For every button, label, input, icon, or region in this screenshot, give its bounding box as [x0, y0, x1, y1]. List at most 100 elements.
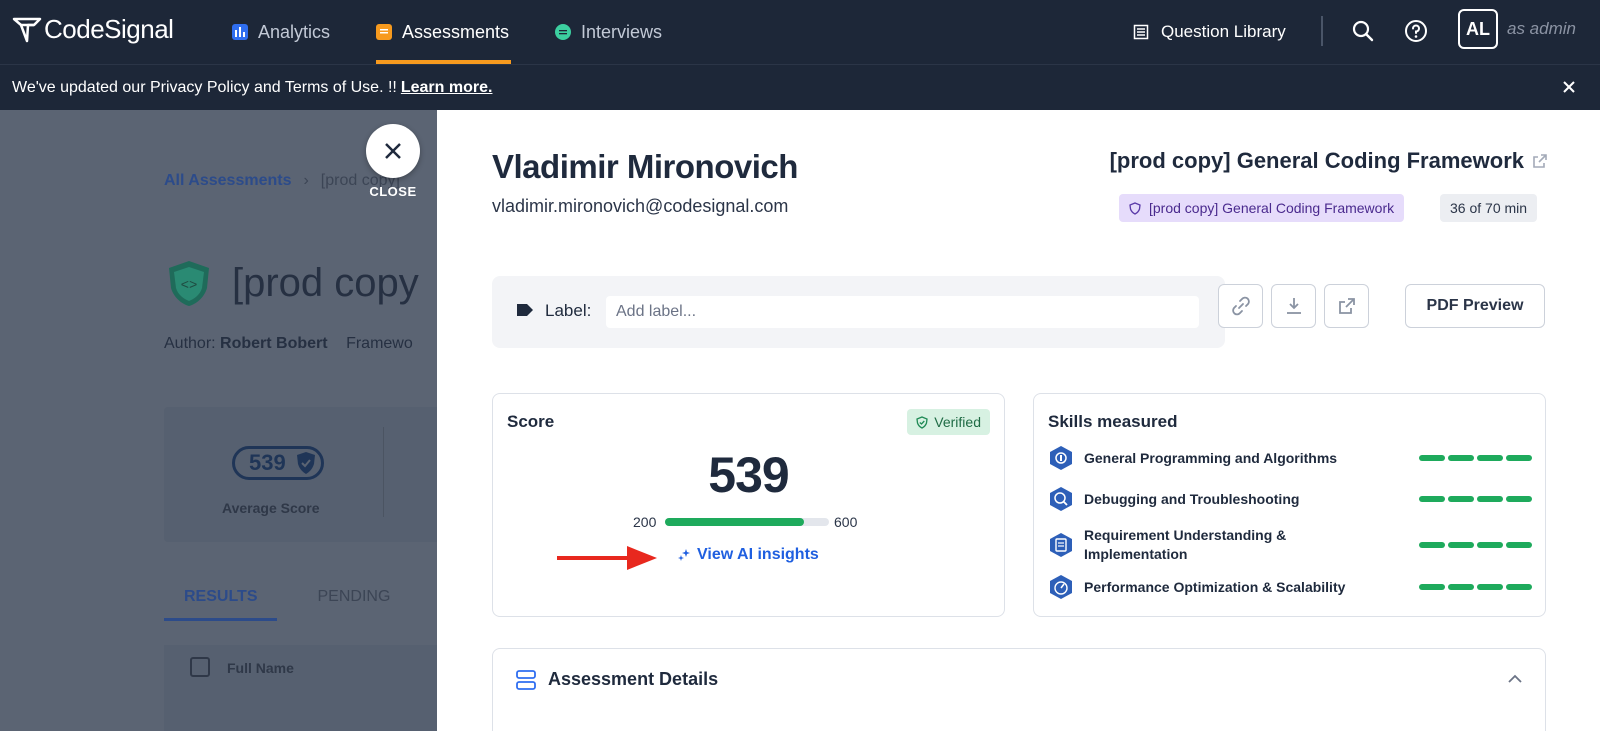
- skill-name: Performance Optimization & Scalability: [1084, 578, 1346, 595]
- tag-icon: [517, 304, 533, 316]
- skill-row: Performance Optimization & Scalability: [1048, 574, 1532, 600]
- library-icon: [1133, 24, 1149, 40]
- skill-level-bars: [1416, 455, 1532, 461]
- skill-name: Debugging and Troubleshooting: [1084, 490, 1300, 507]
- score-title: Score: [507, 412, 555, 431]
- breadcrumb: All Assessments › [prod copy]: [164, 172, 400, 190]
- label-input[interactable]: [606, 296, 1199, 328]
- verified-shield-icon: [916, 415, 929, 429]
- tab-pending[interactable]: PENDING: [317, 580, 410, 621]
- summary-divider: [383, 427, 384, 517]
- column-full-name: Full Name: [227, 660, 294, 676]
- nav-interviews[interactable]: Interviews: [555, 0, 662, 64]
- skill-name: Requirement Understanding & Implementati…: [1084, 527, 1287, 562]
- assessment-title: <> [prod copy: [164, 258, 419, 308]
- assessment-details-title: Assessment Details: [548, 669, 719, 689]
- score-value: 539: [708, 447, 789, 503]
- nav-analytics-label: Analytics: [258, 21, 331, 42]
- average-score-badge: 539: [232, 446, 324, 480]
- question-library-link[interactable]: Question Library: [1133, 0, 1286, 64]
- performance-skill-icon: [1050, 575, 1072, 599]
- background-page: All Assessments › [prod copy] <> [prod cop…: [0, 110, 437, 731]
- codesignal-logo[interactable]: CodeSignal: [12, 14, 174, 45]
- skill-level-bars: [1416, 542, 1532, 548]
- nav-assessments-label: Assessments: [402, 21, 510, 42]
- external-link-icon: [1533, 154, 1547, 168]
- close-icon: [385, 143, 401, 159]
- help-icon[interactable]: [1401, 16, 1431, 46]
- breadcrumb-root[interactable]: All Assessments: [164, 172, 291, 189]
- assessments-icon: [376, 24, 392, 40]
- framework-label: Framewo: [346, 335, 413, 352]
- score-progress-bar: [665, 518, 829, 526]
- nav-assessments[interactable]: Assessments: [376, 0, 512, 64]
- role-label: as admin: [1507, 19, 1576, 38]
- debugging-skill-icon: [1050, 487, 1072, 511]
- download-icon: [1286, 298, 1301, 314]
- banner-close-icon[interactable]: [1558, 76, 1580, 98]
- close-label[interactable]: CLOSE: [366, 184, 420, 199]
- breadcrumb-chevron-icon: ›: [303, 172, 309, 189]
- skills-title: Skills measured: [1048, 412, 1178, 431]
- framework-title-link[interactable]: [prod copy] General Coding Framework: [1110, 148, 1548, 174]
- privacy-banner: We've updated our Privacy Policy and Ter…: [0, 64, 1600, 110]
- average-score-value: 539: [249, 450, 286, 475]
- author-line: Author: Robert Bobert Framewo: [164, 335, 413, 353]
- tab-results[interactable]: RESULTS: [164, 580, 278, 621]
- requirements-skill-icon: [1050, 533, 1072, 557]
- pdf-preview-button[interactable]: PDF Preview: [1405, 284, 1545, 328]
- red-arrow-annotation: [557, 546, 657, 570]
- banner-text: We've updated our Privacy Policy and Ter…: [12, 78, 397, 96]
- assessment-title-text: [prod copy: [232, 260, 419, 305]
- assessment-shield-icon: <>: [169, 261, 209, 306]
- time-badge: 36 of 70 min: [1440, 194, 1538, 222]
- learn-more-link[interactable]: Learn more.: [401, 79, 493, 97]
- score-card: Score Verified 539 200 600 View AI insig…: [492, 393, 1005, 617]
- verified-text: Verified: [934, 414, 981, 430]
- framework-badge: [prod copy] General Coding Framework: [1119, 194, 1405, 222]
- copy-link-button[interactable]: [1218, 284, 1263, 328]
- analytics-icon: [232, 24, 248, 40]
- framework-badge-text: [prod copy] General Coding Framework: [1149, 200, 1395, 216]
- candidate-email: vladimir.mironovich@codesignal.com: [492, 196, 789, 216]
- external-link-icon: [1338, 298, 1355, 314]
- skill-row: General Programming and Algorithms: [1048, 445, 1532, 471]
- skill-row: Requirement Understanding & Implementati…: [1048, 526, 1532, 564]
- interviews-icon: [555, 24, 571, 40]
- codesignal-logo-icon: [12, 17, 42, 42]
- question-library-label: Question Library: [1161, 22, 1286, 41]
- results-tabs: RESULTS PENDING EX: [164, 580, 437, 621]
- nav-interviews-label: Interviews: [581, 21, 663, 42]
- search-icon[interactable]: [1348, 16, 1378, 46]
- verified-badge: Verified: [907, 409, 990, 435]
- open-external-button[interactable]: [1324, 284, 1369, 328]
- select-all-checkbox[interactable]: [190, 657, 210, 677]
- skill-level-bars: [1416, 496, 1532, 502]
- nav-analytics[interactable]: Analytics: [232, 0, 330, 64]
- download-button[interactable]: [1271, 284, 1316, 328]
- label-text: Label:: [545, 301, 592, 320]
- score-range-max: 600: [834, 514, 858, 530]
- view-ai-insights-label: View AI insights: [697, 546, 819, 563]
- skills-card: Skills measured General Programming and …: [1033, 393, 1546, 617]
- skill-level-bars: [1416, 584, 1532, 590]
- user-avatar[interactable]: AL: [1458, 9, 1498, 49]
- sparkle-icon: [678, 549, 690, 561]
- framework-title: [prod copy] General Coding Framework: [1109, 148, 1524, 173]
- average-score-label: Average Score: [222, 500, 320, 516]
- assessment-details-panel[interactable]: Assessment Details: [492, 648, 1546, 731]
- svg-text:<>: <>: [181, 278, 198, 294]
- skill-row: Debugging and Troubleshooting: [1048, 486, 1532, 512]
- top-nav: CodeSignal Analytics Assessments Intervi…: [0, 0, 1600, 64]
- close-drawer-button[interactable]: [366, 124, 420, 178]
- candidate-drawer: Vladimir Mironovich vladimir.mironovich@…: [437, 110, 1600, 731]
- score-range-min: 200: [633, 514, 657, 530]
- view-ai-insights-link[interactable]: View AI insights: [677, 546, 819, 564]
- details-list-icon: [516, 670, 536, 690]
- author-name: Robert Bobert: [220, 335, 328, 352]
- shield-icon: [1129, 201, 1141, 215]
- programming-skill-icon: [1050, 446, 1072, 470]
- link-icon: [1231, 296, 1250, 316]
- skill-name: General Programming and Algorithms: [1084, 449, 1338, 466]
- chevron-up-icon[interactable]: [1507, 673, 1523, 685]
